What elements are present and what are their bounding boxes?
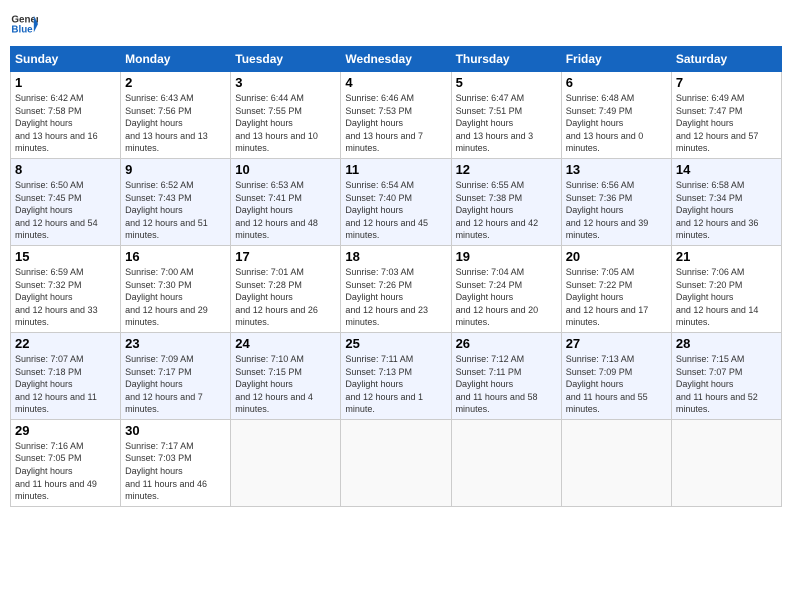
table-row: 15 Sunrise: 6:59 AMSunset: 7:32 PMDaylig… bbox=[11, 245, 121, 332]
table-row: 3 Sunrise: 6:44 AMSunset: 7:55 PMDayligh… bbox=[231, 72, 341, 159]
table-row: 27 Sunrise: 7:13 AMSunset: 7:09 PMDaylig… bbox=[561, 332, 671, 419]
table-row: 7 Sunrise: 6:49 AMSunset: 7:47 PMDayligh… bbox=[671, 72, 781, 159]
table-row: 25 Sunrise: 7:11 AMSunset: 7:13 PMDaylig… bbox=[341, 332, 451, 419]
table-row: 22 Sunrise: 7:07 AMSunset: 7:18 PMDaylig… bbox=[11, 332, 121, 419]
table-row: 20 Sunrise: 7:05 AMSunset: 7:22 PMDaylig… bbox=[561, 245, 671, 332]
table-row: 4 Sunrise: 6:46 AMSunset: 7:53 PMDayligh… bbox=[341, 72, 451, 159]
table-row: 8 Sunrise: 6:50 AMSunset: 7:45 PMDayligh… bbox=[11, 158, 121, 245]
header-row: Sunday Monday Tuesday Wednesday Thursday… bbox=[11, 47, 782, 72]
table-row: 21 Sunrise: 7:06 AMSunset: 7:20 PMDaylig… bbox=[671, 245, 781, 332]
table-row: 14 Sunrise: 6:58 AMSunset: 7:34 PMDaylig… bbox=[671, 158, 781, 245]
table-row bbox=[451, 419, 561, 506]
logo: General Blue bbox=[10, 10, 38, 38]
table-row bbox=[561, 419, 671, 506]
col-thursday: Thursday bbox=[451, 47, 561, 72]
table-row bbox=[671, 419, 781, 506]
svg-text:Blue: Blue bbox=[11, 24, 33, 35]
table-row: 1 Sunrise: 6:42 AMSunset: 7:58 PMDayligh… bbox=[11, 72, 121, 159]
col-sunday: Sunday bbox=[11, 47, 121, 72]
table-row: 24 Sunrise: 7:10 AMSunset: 7:15 PMDaylig… bbox=[231, 332, 341, 419]
table-row: 30 Sunrise: 7:17 AMSunset: 7:03 PMDaylig… bbox=[121, 419, 231, 506]
calendar-table: Sunday Monday Tuesday Wednesday Thursday… bbox=[10, 46, 782, 507]
col-friday: Friday bbox=[561, 47, 671, 72]
table-row: 2 Sunrise: 6:43 AMSunset: 7:56 PMDayligh… bbox=[121, 72, 231, 159]
table-row: 17 Sunrise: 7:01 AMSunset: 7:28 PMDaylig… bbox=[231, 245, 341, 332]
table-row: 18 Sunrise: 7:03 AMSunset: 7:26 PMDaylig… bbox=[341, 245, 451, 332]
table-row: 10 Sunrise: 6:53 AMSunset: 7:41 PMDaylig… bbox=[231, 158, 341, 245]
table-row: 26 Sunrise: 7:12 AMSunset: 7:11 PMDaylig… bbox=[451, 332, 561, 419]
col-monday: Monday bbox=[121, 47, 231, 72]
col-wednesday: Wednesday bbox=[341, 47, 451, 72]
table-row: 11 Sunrise: 6:54 AMSunset: 7:40 PMDaylig… bbox=[341, 158, 451, 245]
table-row: 6 Sunrise: 6:48 AMSunset: 7:49 PMDayligh… bbox=[561, 72, 671, 159]
table-row: 16 Sunrise: 7:00 AMSunset: 7:30 PMDaylig… bbox=[121, 245, 231, 332]
table-row: 12 Sunrise: 6:55 AMSunset: 7:38 PMDaylig… bbox=[451, 158, 561, 245]
table-row: 29 Sunrise: 7:16 AMSunset: 7:05 PMDaylig… bbox=[11, 419, 121, 506]
page-header: General Blue bbox=[10, 10, 782, 38]
table-row: 9 Sunrise: 6:52 AMSunset: 7:43 PMDayligh… bbox=[121, 158, 231, 245]
table-row: 19 Sunrise: 7:04 AMSunset: 7:24 PMDaylig… bbox=[451, 245, 561, 332]
table-row bbox=[341, 419, 451, 506]
table-row: 28 Sunrise: 7:15 AMSunset: 7:07 PMDaylig… bbox=[671, 332, 781, 419]
col-tuesday: Tuesday bbox=[231, 47, 341, 72]
table-row: 5 Sunrise: 6:47 AMSunset: 7:51 PMDayligh… bbox=[451, 72, 561, 159]
table-row: 23 Sunrise: 7:09 AMSunset: 7:17 PMDaylig… bbox=[121, 332, 231, 419]
logo-icon: General Blue bbox=[10, 10, 38, 38]
col-saturday: Saturday bbox=[671, 47, 781, 72]
table-row: 13 Sunrise: 6:56 AMSunset: 7:36 PMDaylig… bbox=[561, 158, 671, 245]
table-row bbox=[231, 419, 341, 506]
